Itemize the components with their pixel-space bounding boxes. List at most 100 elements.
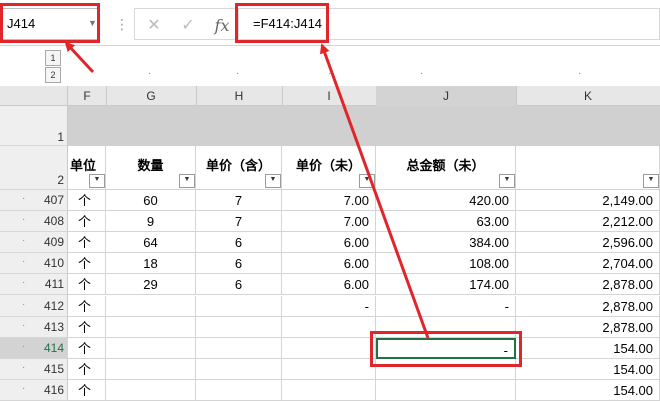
cell-K407[interactable]: 2,149.00	[516, 190, 660, 212]
cell-F410[interactable]: 个	[68, 253, 106, 275]
row-header-411[interactable]: 411	[0, 274, 68, 296]
insert-function-icon[interactable]: fx	[211, 17, 233, 35]
cell-J408[interactable]: 63.00	[376, 211, 516, 233]
header-cell-J[interactable]: 总金额（未）	[376, 146, 516, 190]
cell-G414[interactable]	[106, 337, 196, 359]
more-vertical-icon[interactable]: ⋮	[115, 14, 129, 34]
row-header-414[interactable]: 414	[0, 337, 68, 359]
column-header-H[interactable]: H	[196, 86, 283, 106]
cell-K415[interactable]: 154.00	[516, 358, 660, 380]
confirm-icon[interactable]: ✓	[177, 17, 199, 35]
cell-F407[interactable]: 个	[68, 190, 106, 212]
cell-I413[interactable]	[282, 316, 376, 338]
filter-dropdown-icon[interactable]: ▼	[643, 174, 659, 188]
cell-K413[interactable]: 2,878.00	[516, 316, 660, 338]
outline-dot: ·	[22, 361, 26, 373]
cell-H407[interactable]: 7	[196, 190, 282, 212]
cell-K410[interactable]: 2,704.00	[516, 253, 660, 275]
cell-I409[interactable]: 6.00	[282, 232, 376, 254]
row-header-409[interactable]: 409	[0, 232, 68, 254]
cell-J416[interactable]	[376, 379, 516, 401]
row-header-1[interactable]: 1	[0, 106, 68, 146]
header-cell-K[interactable]	[516, 146, 660, 190]
cell-I408[interactable]: 7.00	[282, 211, 376, 233]
cell-K412[interactable]: 2,878.00	[516, 295, 660, 317]
cell-I412[interactable]: -	[282, 295, 376, 317]
cell-G407[interactable]: 60	[106, 190, 196, 212]
outline-row-level-2-button[interactable]: 2	[45, 67, 61, 83]
cell-J410[interactable]: 108.00	[376, 253, 516, 275]
cell-F408[interactable]: 个	[68, 211, 106, 233]
cell-F416[interactable]: 个	[68, 379, 106, 401]
filter-dropdown-icon[interactable]: ▼	[89, 174, 105, 188]
cell-F409[interactable]: 个	[68, 232, 106, 254]
cell-G416[interactable]	[106, 379, 196, 401]
cell-F411[interactable]: 个	[68, 274, 106, 296]
cell-H412[interactable]	[196, 295, 282, 317]
cell-G408[interactable]: 9	[106, 211, 196, 233]
cell-G413[interactable]	[106, 316, 196, 338]
cell-H408[interactable]: 7	[196, 211, 282, 233]
cell-H411[interactable]: 6	[196, 274, 282, 296]
column-header-F[interactable]: F	[68, 86, 107, 106]
table-header-row: 单位 ▼ 数量 ▼ 单价（含） ▼ 单价（未） ▼ 总金额（未） ▼ ▼	[68, 146, 660, 190]
cell-G409[interactable]: 64	[106, 232, 196, 254]
cell-F413[interactable]: 个	[68, 316, 106, 338]
cell-I415[interactable]	[282, 358, 376, 380]
cell-G411[interactable]: 29	[106, 274, 196, 296]
select-all-corner[interactable]	[0, 86, 68, 106]
cell-K411[interactable]: 2,878.00	[516, 274, 660, 296]
column-header-G[interactable]: G	[106, 86, 197, 106]
cell-G412[interactable]	[106, 295, 196, 317]
cell-H415[interactable]	[196, 358, 282, 380]
cell-H413[interactable]	[196, 316, 282, 338]
cell-I416[interactable]	[282, 379, 376, 401]
cancel-icon[interactable]: ✕	[143, 17, 165, 35]
column-header-bar: F G H I J K	[68, 86, 660, 108]
cell-I414[interactable]	[282, 337, 376, 359]
row-header-416[interactable]: 416	[0, 380, 68, 401]
cell-K409[interactable]: 2,596.00	[516, 232, 660, 254]
cell-F414[interactable]: 个	[68, 337, 106, 359]
cell-K414[interactable]: 154.00	[516, 337, 660, 359]
cell-J409[interactable]: 384.00	[376, 232, 516, 254]
header-band-row	[68, 106, 660, 146]
cell-H409[interactable]: 6	[196, 232, 282, 254]
cell-F415[interactable]: 个	[68, 358, 106, 380]
outline-dot: ·	[22, 256, 26, 268]
filter-dropdown-icon[interactable]: ▼	[179, 174, 195, 188]
outline-dot: ·	[22, 340, 26, 352]
cell-F412[interactable]: 个	[68, 295, 106, 317]
cell-J407[interactable]: 420.00	[376, 190, 516, 212]
row-header-408[interactable]: 408	[0, 211, 68, 233]
cell-J411[interactable]: 174.00	[376, 274, 516, 296]
filter-dropdown-icon[interactable]: ▼	[265, 174, 281, 188]
cell-G410[interactable]: 18	[106, 253, 196, 275]
column-header-K[interactable]: K	[516, 86, 660, 106]
filter-dropdown-icon[interactable]: ▼	[499, 174, 515, 188]
outline-dot: ·	[236, 68, 240, 79]
cell-I407[interactable]: 7.00	[282, 190, 376, 212]
cell-K416[interactable]: 154.00	[516, 379, 660, 401]
row-header-407[interactable]: 407	[0, 190, 68, 212]
column-header-I[interactable]: I	[282, 86, 377, 106]
outline-dot: ·	[420, 68, 424, 79]
cell-K408[interactable]: 2,212.00	[516, 211, 660, 233]
cell-H414[interactable]	[196, 337, 282, 359]
cell-I411[interactable]: 6.00	[282, 274, 376, 296]
row-header-412[interactable]: 412	[0, 296, 68, 317]
cell-J412[interactable]: -	[376, 295, 516, 317]
row-header-2[interactable]: 2	[0, 146, 68, 190]
cell-G415[interactable]	[106, 358, 196, 380]
column-header-J[interactable]: J	[376, 86, 517, 108]
cell-H416[interactable]	[196, 379, 282, 401]
row-header-410[interactable]: 410	[0, 253, 68, 275]
outline-row-level-1-button[interactable]: 1	[45, 50, 61, 66]
cell-H410[interactable]: 6	[196, 253, 282, 275]
outline-dot: ·	[22, 277, 26, 289]
row-header-415[interactable]: 415	[0, 359, 68, 380]
filter-dropdown-icon[interactable]: ▼	[359, 174, 375, 188]
highlight-name-box	[0, 3, 100, 43]
cell-I410[interactable]: 6.00	[282, 253, 376, 275]
row-header-413[interactable]: 413	[0, 317, 68, 338]
